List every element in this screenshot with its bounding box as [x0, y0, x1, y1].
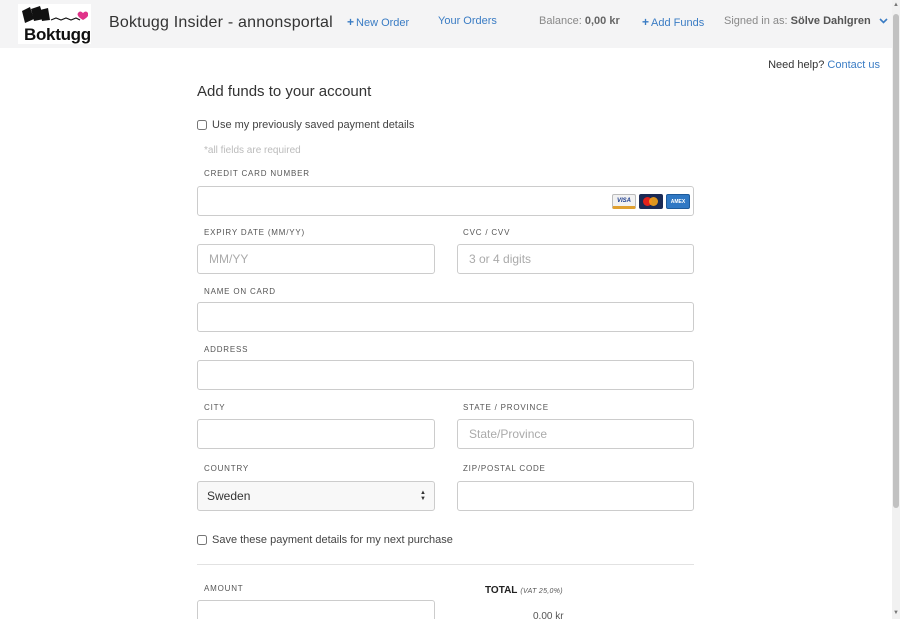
country-label: Country: [204, 464, 250, 473]
country-value: Sweden: [207, 489, 251, 503]
use-saved-details-label: Use my previously saved payment details: [212, 119, 415, 131]
address-input[interactable]: [197, 360, 694, 390]
help-text: Need help? Contact us: [768, 59, 880, 71]
expiry-input[interactable]: [197, 244, 435, 274]
card-number-label: Credit card number: [204, 169, 310, 178]
plus-icon: +: [642, 15, 650, 29]
vat-note: (VAT 25,0%): [520, 588, 563, 595]
select-arrows-icon: ▲ ▼: [420, 490, 426, 502]
total-value: 0,00 kr: [533, 611, 564, 619]
add-funds-label: Add Funds: [651, 17, 705, 29]
plus-icon: +: [347, 15, 355, 29]
total-heading: TOTAL: [485, 585, 518, 596]
mastercard-card-icon: [639, 194, 663, 209]
user-menu[interactable]: Signed in as: Sölve Dahlgren: [724, 15, 888, 27]
save-details-checkbox[interactable]: [197, 535, 207, 545]
amount-input[interactable]: [197, 600, 435, 619]
signed-in-label: Signed in as:: [724, 15, 788, 27]
cvc-input[interactable]: [457, 244, 694, 274]
use-saved-details-checkbox[interactable]: [197, 120, 207, 130]
scroll-thumb[interactable]: [893, 14, 899, 508]
your-orders-link[interactable]: Your Orders: [438, 15, 497, 27]
help-label: Need help?: [768, 59, 825, 71]
balance-value: 0,00 kr: [584, 15, 620, 27]
state-input[interactable]: [457, 419, 694, 449]
cvc-label: CVC / CVV: [463, 228, 511, 237]
boktugg-logo[interactable]: Boktugg: [18, 4, 91, 44]
save-details-row[interactable]: Save these payment details for my next p…: [197, 534, 453, 546]
new-order-link[interactable]: + New Order: [347, 15, 409, 29]
amount-label: Amount: [204, 584, 244, 593]
use-saved-details-row[interactable]: Use my previously saved payment details: [197, 119, 414, 131]
chevron-down-icon: [879, 18, 888, 24]
country-select[interactable]: Sweden ▲ ▼: [197, 481, 435, 511]
contact-us-link[interactable]: Contact us: [827, 59, 880, 71]
zip-label: ZIP/Postal code: [463, 464, 546, 473]
scroll-down-arrow-icon[interactable]: ▼: [893, 610, 899, 616]
save-details-label: Save these payment details for my next p…: [212, 534, 453, 546]
logo-wordmark: Boktugg: [24, 25, 91, 44]
vertical-scrollbar[interactable]: ▲ ▼: [892, 0, 900, 619]
amex-card-icon: AMEX: [666, 194, 690, 209]
add-funds-link[interactable]: + Add Funds: [642, 15, 704, 29]
total-label: TOTAL (VAT 25,0%): [485, 585, 563, 596]
page-title: Add funds to your account: [197, 83, 372, 100]
app-title: Boktugg Insider - annonsportal: [109, 14, 333, 31]
top-navbar: Boktugg Boktugg Insider - annonsportal +…: [0, 0, 892, 48]
city-label: City: [204, 403, 226, 412]
state-label: State / Province: [463, 403, 549, 412]
visa-card-icon: VISA: [612, 194, 636, 209]
name-on-card-input[interactable]: [197, 302, 694, 332]
balance-label: Balance:: [539, 15, 582, 27]
expiry-label: Expiry date (MM/YY): [204, 228, 305, 237]
logo-books-icon: [22, 6, 88, 23]
new-order-label: New Order: [356, 17, 410, 29]
balance-display: Balance: 0,00 kr: [539, 15, 620, 27]
name-on-card-label: Name on card: [204, 287, 276, 296]
card-brands: VISA AMEX: [612, 194, 690, 209]
scroll-up-arrow-icon[interactable]: ▲: [893, 2, 899, 8]
section-divider: [197, 564, 694, 565]
required-note: *all fields are required: [204, 145, 301, 156]
address-label: Address: [204, 345, 249, 354]
zip-input[interactable]: [457, 481, 694, 511]
city-input[interactable]: [197, 419, 435, 449]
user-name: Sölve Dahlgren: [790, 15, 871, 27]
